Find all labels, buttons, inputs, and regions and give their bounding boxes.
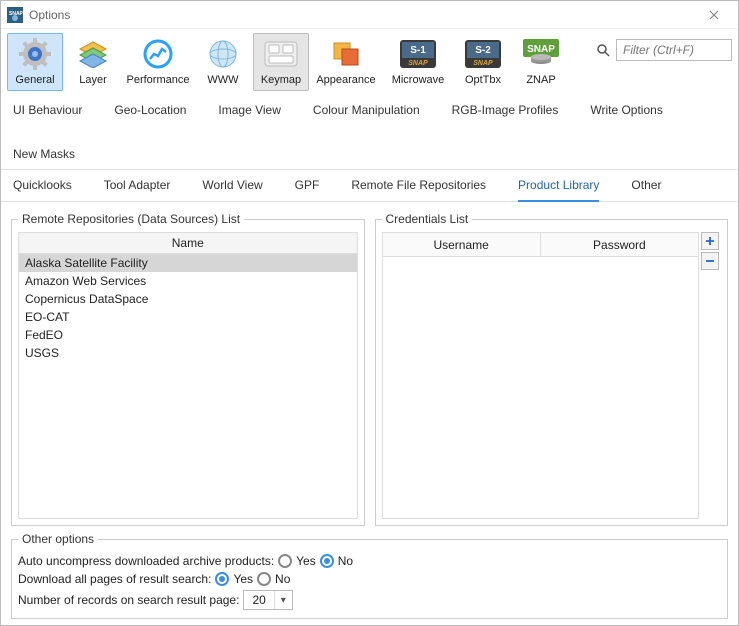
- toolbar-label: Appearance: [312, 74, 380, 86]
- remove-credential-button[interactable]: [701, 252, 719, 270]
- svg-text:SNAP: SNAP: [473, 60, 493, 67]
- microwave-icon: S-1 SNAP: [398, 36, 438, 72]
- num-records-label: Number of records on search result page:: [18, 593, 239, 607]
- search-icon: [594, 41, 612, 59]
- toolbar-general-button[interactable]: General: [7, 33, 63, 91]
- toolbar-microwave-button[interactable]: S-1 SNAP Microwave: [383, 33, 453, 91]
- repo-row[interactable]: USGS: [19, 344, 357, 362]
- download-all-label: Download all pages of result search:: [18, 572, 211, 586]
- tab-quicklooks[interactable]: Quicklooks: [13, 172, 72, 201]
- repo-row[interactable]: FedEO: [19, 326, 357, 344]
- repos-list[interactable]: Alaska Satellite FacilityAmazon Web Serv…: [18, 254, 358, 519]
- tab-new-masks[interactable]: New Masks: [13, 141, 75, 169]
- svg-text:SNAP: SNAP: [527, 44, 555, 55]
- add-credential-button[interactable]: [701, 232, 719, 250]
- www-icon: [203, 36, 243, 72]
- repo-row[interactable]: EO-CAT: [19, 308, 357, 326]
- znap-icon: SNAP: [521, 36, 561, 72]
- num-records-value: 20: [244, 593, 273, 607]
- repos-fieldset: Remote Repositories (Data Sources) List …: [11, 212, 365, 526]
- tab-rgb-image-profiles[interactable]: RGB-Image Profiles: [452, 97, 559, 125]
- close-button[interactable]: [696, 1, 732, 28]
- tab-write-options[interactable]: Write Options: [590, 97, 662, 125]
- toolbar-layer-button[interactable]: Layer: [65, 33, 121, 91]
- app-icon: SNAP: [7, 7, 23, 23]
- toolbar-keymap-button[interactable]: Keymap: [253, 33, 309, 91]
- toolbar-label: General: [8, 74, 62, 86]
- titlebar: SNAP Options: [1, 1, 738, 29]
- tabs-row-2: Quicklooks Tool Adapter World View GPF Remot…: [1, 170, 738, 202]
- toolbar-www-button[interactable]: WWW: [195, 33, 251, 91]
- tab-colour-manipulation[interactable]: Colour Manipulation: [313, 97, 420, 125]
- category-toolbar: General Layer Performance WWW Keymap Appearan…: [1, 29, 738, 93]
- tab-geo-location[interactable]: Geo-Location: [114, 97, 186, 125]
- toolbar-appearance-button[interactable]: Appearance: [311, 33, 381, 91]
- credentials-col-user[interactable]: Username: [383, 233, 541, 256]
- opttbx-icon: S-2 SNAP: [463, 36, 503, 72]
- yes-label-2: Yes: [233, 572, 253, 586]
- performance-icon: [138, 36, 178, 72]
- no-label-1: No: [338, 554, 353, 568]
- tab-gpf[interactable]: GPF: [295, 172, 320, 201]
- general-icon: [15, 36, 55, 72]
- toolbar-label: WWW: [196, 74, 250, 86]
- toolbar-label: Layer: [66, 74, 120, 86]
- credentials-col-pass[interactable]: Password: [541, 233, 698, 256]
- window-title: Options: [29, 8, 696, 22]
- other-options-fieldset: Other options Auto uncompress downloaded…: [11, 532, 728, 619]
- toolbar-label: Performance: [124, 74, 192, 86]
- credentials-legend: Credentials List: [382, 212, 473, 226]
- toolbar-performance-button[interactable]: Performance: [123, 33, 193, 91]
- svg-text:S-2: S-2: [475, 45, 491, 56]
- tabs-row-1: UI Behaviour Geo-Location Image View Colour…: [1, 93, 738, 170]
- chevron-down-icon: ▾: [274, 591, 292, 609]
- keymap-icon: [261, 36, 301, 72]
- auto-uncompress-no-radio[interactable]: [320, 554, 334, 568]
- tab-product-library[interactable]: Product Library: [518, 172, 599, 202]
- toolbar-opttbx-button[interactable]: S-2 SNAP OptTbx: [455, 33, 511, 91]
- svg-text:S-1: S-1: [410, 45, 426, 56]
- repos-header[interactable]: Name: [18, 232, 358, 254]
- repo-row[interactable]: Alaska Satellite Facility: [19, 254, 357, 272]
- layer-icon: [73, 36, 113, 72]
- content-area: Remote Repositories (Data Sources) List …: [1, 202, 738, 625]
- tab-image-view[interactable]: Image View: [218, 97, 280, 125]
- tab-remote-file-repositories[interactable]: Remote File Repositories: [351, 172, 486, 201]
- appearance-icon: [326, 36, 366, 72]
- other-options-legend: Other options: [18, 532, 98, 546]
- tab-world-view[interactable]: World View: [202, 172, 262, 201]
- no-label-2: No: [275, 572, 290, 586]
- toolbar-label: Keymap: [254, 74, 308, 86]
- svg-text:SNAP: SNAP: [408, 60, 428, 67]
- toolbar-label: ZNAP: [514, 74, 568, 86]
- credentials-fieldset: Credentials List Username Password: [375, 212, 729, 526]
- tab-ui-behaviour[interactable]: UI Behaviour: [13, 97, 82, 125]
- toolbar-znap-button[interactable]: SNAP ZNAP: [513, 33, 569, 91]
- download-all-no-radio[interactable]: [257, 572, 271, 586]
- filter-input[interactable]: [616, 39, 732, 61]
- download-all-yes-radio[interactable]: [215, 572, 229, 586]
- auto-uncompress-yes-radio[interactable]: [278, 554, 292, 568]
- tab-tool-adapter[interactable]: Tool Adapter: [104, 172, 171, 201]
- repos-legend: Remote Repositories (Data Sources) List: [18, 212, 244, 226]
- credentials-body[interactable]: [383, 257, 699, 518]
- yes-label-1: Yes: [296, 554, 316, 568]
- toolbar-label: Microwave: [384, 74, 452, 86]
- options-window: SNAP Options General Layer Performance WWW K…: [0, 0, 739, 626]
- auto-uncompress-label: Auto uncompress downloaded archive produ…: [18, 554, 274, 568]
- repo-row[interactable]: Copernicus DataSpace: [19, 290, 357, 308]
- repo-row[interactable]: Amazon Web Services: [19, 272, 357, 290]
- toolbar-label: OptTbx: [456, 74, 510, 86]
- num-records-select[interactable]: 20 ▾: [243, 590, 292, 610]
- tab-other[interactable]: Other: [631, 172, 661, 201]
